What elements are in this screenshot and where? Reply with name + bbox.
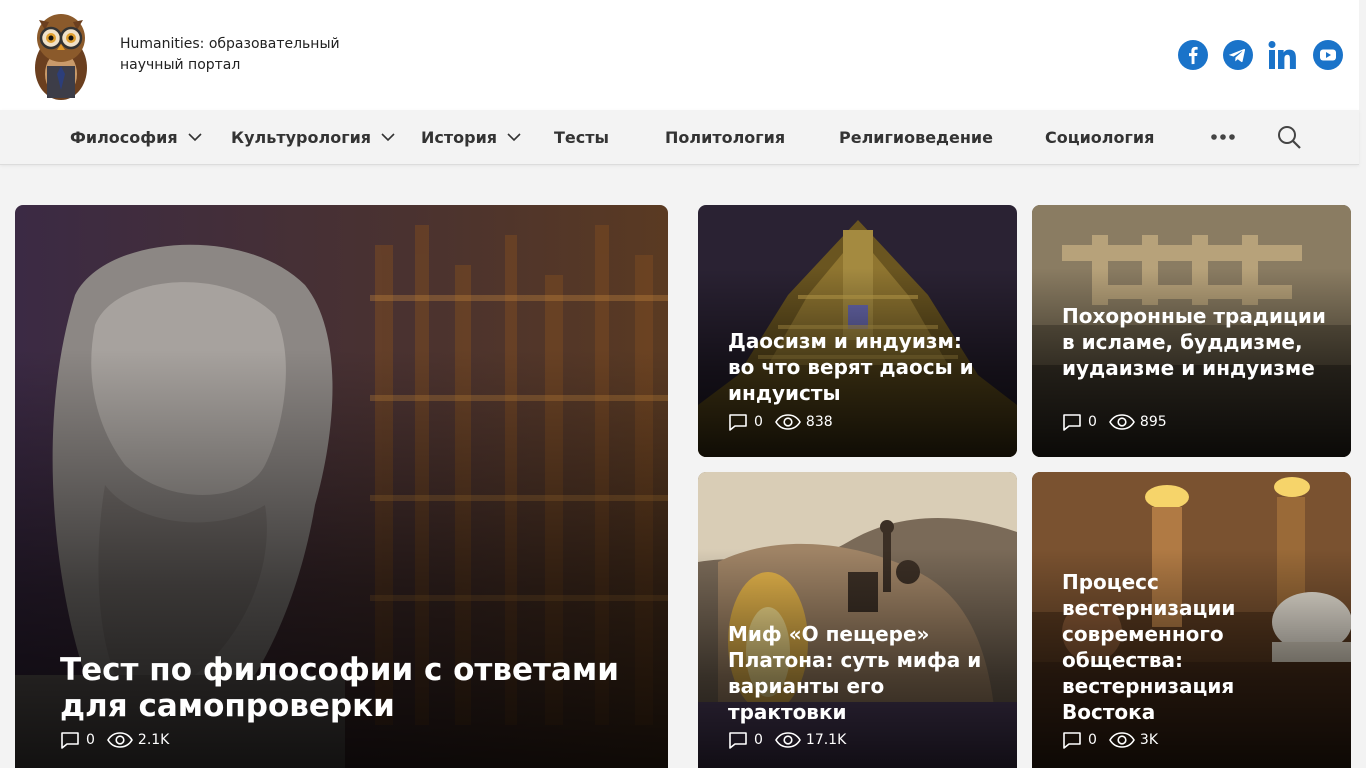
article-title[interactable]: Процесс вестернизации современного общес…: [1062, 569, 1326, 725]
nav-item-tests[interactable]: Тесты: [554, 110, 609, 165]
main-navigation: Философия Культурология История Тесты По…: [0, 110, 1359, 165]
nav-item-label: Социология: [1045, 128, 1155, 147]
nav-item-label: Тесты: [554, 128, 609, 147]
nav-item-label: Религиоведение: [839, 128, 993, 147]
view-count: 895: [1139, 414, 1167, 430]
site-header: Humanities: образовательный научный порт…: [0, 0, 1359, 110]
comment-count: 0: [754, 732, 763, 748]
nav-item-politology[interactable]: Политология: [665, 110, 785, 165]
comment-icon: [1063, 732, 1081, 749]
article-card-philosophy-test[interactable]: Тест по философии с ответами для самопро…: [15, 205, 668, 768]
article-meta: 0 3K: [1062, 730, 1158, 750]
comment-count: 0: [86, 732, 95, 748]
article-card-funeral-traditions[interactable]: Похоронные традиции в исламе, буддизме, …: [1032, 205, 1351, 457]
social-links: [1178, 40, 1343, 70]
comment-icon: [61, 732, 79, 749]
view-count: 838: [805, 414, 833, 430]
youtube-icon[interactable]: [1313, 40, 1343, 70]
eye-icon: [1108, 414, 1135, 430]
nav-item-religious-studies[interactable]: Религиоведение: [839, 110, 993, 165]
telegram-icon[interactable]: [1223, 40, 1253, 70]
search-icon[interactable]: [1277, 125, 1301, 149]
comment-icon: [729, 414, 747, 431]
comment-count: 0: [1088, 414, 1097, 430]
more-dots-icon[interactable]: [1210, 132, 1236, 142]
nav-item-label: История: [421, 128, 498, 147]
article-card-plato-cave-myth[interactable]: Миф «О пещере» Платона: суть мифа и вари…: [698, 472, 1017, 768]
linkedin-icon[interactable]: [1268, 40, 1298, 70]
article-card-westernization[interactable]: Процесс вестернизации современного общес…: [1032, 472, 1351, 768]
eye-icon: [1108, 732, 1135, 748]
owl-logo[interactable]: [25, 8, 97, 102]
article-meta: 0 17.1K: [728, 730, 846, 750]
article-title[interactable]: Похоронные традиции в исламе, буддизме, …: [1062, 303, 1326, 381]
article-card-taoism-hinduism[interactable]: Даосизм и индуизм: во что верят даосы и …: [698, 205, 1017, 457]
comment-icon: [729, 732, 747, 749]
article-meta: 0 838: [728, 412, 833, 432]
nav-item-history[interactable]: История: [421, 110, 521, 165]
nav-item-culturology[interactable]: Культурология: [231, 110, 395, 165]
chevron-down-icon: [381, 133, 395, 142]
nav-item-label: Философия: [70, 128, 178, 147]
chevron-down-icon: [507, 133, 521, 142]
site-tagline: Humanities: образовательный научный порт…: [120, 36, 340, 73]
chevron-down-icon: [188, 133, 202, 142]
article-title[interactable]: Миф «О пещере» Платона: суть мифа и вари…: [728, 621, 992, 725]
nav-item-philosophy[interactable]: Философия: [70, 110, 202, 165]
article-title[interactable]: Даосизм и индуизм: во что верят даосы и …: [728, 328, 992, 406]
eye-icon: [106, 732, 133, 748]
facebook-icon[interactable]: [1178, 40, 1208, 70]
view-count: 17.1K: [805, 732, 847, 748]
article-meta: 0 895: [1062, 412, 1167, 432]
view-count: 3K: [1139, 732, 1159, 748]
eye-icon: [774, 732, 801, 748]
eye-icon: [774, 414, 801, 430]
comment-count: 0: [754, 414, 763, 430]
nav-item-label: Культурология: [231, 128, 372, 147]
view-count: 2.1K: [137, 732, 170, 748]
comment-count: 0: [1088, 732, 1097, 748]
nav-item-sociology[interactable]: Социология: [1045, 110, 1154, 165]
comment-icon: [1063, 414, 1081, 431]
article-meta: 0 2.1K: [60, 730, 169, 750]
article-title[interactable]: Тест по философии с ответами для самопро…: [60, 652, 643, 724]
nav-item-label: Политология: [665, 128, 786, 147]
